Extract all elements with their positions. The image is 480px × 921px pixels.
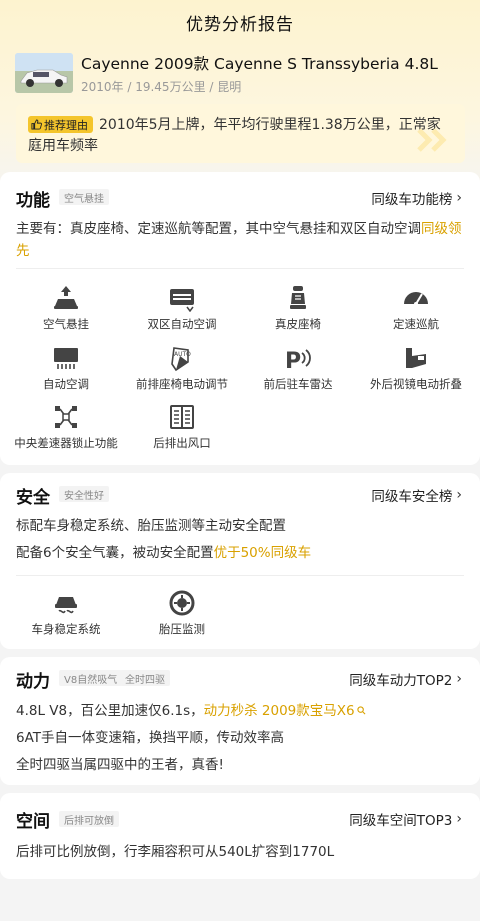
chevron-right-icon: › — [456, 190, 462, 206]
car-subtitle: 2010年 / 19.45万公里 / 昆明 — [81, 80, 242, 94]
parking-radar-icon: P — [285, 349, 311, 372]
search-icon[interactable] — [356, 706, 366, 715]
safety-tag: 安全性好 — [59, 486, 109, 502]
features-title: 功能 — [16, 191, 50, 211]
feature-item: 中央差速器锁止功能 — [6, 403, 126, 451]
feature-item: 自动空调 — [6, 344, 126, 392]
safety-rank-link-label: 同级车安全榜 — [371, 489, 453, 505]
svg-text:P: P — [285, 349, 301, 372]
features-rank-link-label: 同级车功能榜 — [371, 192, 453, 208]
chevron-right-icon: › — [456, 811, 462, 827]
power-line-3: 全时四驱当属四驱中的王者，真香! — [16, 757, 224, 773]
decorative-chevrons-icon — [417, 128, 447, 152]
feature-item: 后排出风口 — [122, 403, 242, 451]
power-rank-link[interactable]: 同级车动力TOP2 › — [349, 669, 462, 689]
features-description: 主要有：真皮座椅、定速巡航等配置，其中空气悬挂和双区自动空调同级领先 — [16, 221, 462, 259]
car-summary[interactable]: Cayenne 2009款 Cayenne S Transsyberia 4.8… — [15, 52, 465, 96]
recommend-reason-text: 2010年5月上牌，年平均行驶里程1.38万公里，正常家庭用车频率 — [28, 117, 441, 154]
features-tag: 空气悬挂 — [59, 189, 109, 205]
safety-card: 安全 安全性好 同级车安全榜 › 标配车身稳定系统、胎压监测等主动安全配置 配备… — [0, 473, 480, 649]
safety-divider — [16, 575, 464, 576]
safety-line-2: 配备6个安全气囊，被动安全配置优于50%同级车 — [16, 545, 312, 561]
car-thumbnail — [15, 53, 73, 93]
space-rank-link-label: 同级车空间TOP3 — [349, 813, 453, 829]
rear-vent-icon — [170, 405, 194, 429]
power-tag-drive: 全时四驱 — [120, 670, 170, 686]
space-tag: 后排可放倒 — [59, 811, 119, 827]
mirror-fold-icon — [406, 348, 426, 368]
features-divider — [16, 268, 464, 269]
space-card: 空间 后排可放倒 同级车空间TOP3 › 后排可比例放倒，行李厢容积可从540L… — [0, 793, 480, 879]
feature-item: 车身稳定系统 — [6, 589, 126, 637]
power-tag-engine: V8自然吸气 — [59, 670, 123, 686]
space-line-1: 后排可比例放倒，行李厢容积可从540L扩容到1770L — [16, 844, 335, 860]
power-title: 动力 — [16, 672, 50, 692]
feature-item: 双区自动空调 — [122, 284, 242, 332]
space-title: 空间 — [16, 812, 50, 832]
dual-zone-ac-icon — [170, 289, 194, 312]
stability-control-icon — [55, 597, 77, 614]
safety-title: 安全 — [16, 488, 50, 508]
feature-item: 空气悬挂 — [6, 284, 126, 332]
car-title: Cayenne 2009款 Cayenne S Transsyberia 4.8… — [81, 55, 438, 73]
diff-lock-icon — [55, 406, 77, 428]
feature-item: P 前后驻车雷达 — [238, 344, 358, 392]
chevron-right-icon: › — [456, 487, 462, 503]
feature-item: 真皮座椅 — [238, 284, 358, 332]
power-card: 动力 V8自然吸气 全时四驱 同级车动力TOP2 › 4.8L V8，百公里加速… — [0, 657, 480, 785]
space-rank-link[interactable]: 同级车空间TOP3 › — [349, 809, 462, 829]
features-card: 功能 空气悬挂 同级车功能榜 › 主要有：真皮座椅、定速巡航等配置，其中空气悬挂… — [0, 172, 480, 465]
chevron-right-icon: › — [456, 671, 462, 687]
leather-seat-icon — [290, 286, 306, 309]
power-seat-icon: AUTO — [171, 347, 191, 372]
page-title: 优势分析报告 — [186, 14, 294, 35]
power-line-1: 4.8L V8，百公里加速仅6.1s，动力秒杀 2009款宝马X6 — [16, 700, 366, 722]
air-suspension-icon — [54, 286, 78, 309]
recommend-reason-box: 推荐理由 2010年5月上牌，年平均行驶里程1.38万公里，正常家庭用车频率 — [16, 104, 465, 163]
tire-pressure-icon — [169, 590, 195, 616]
feature-item: 外后视镜电动折叠 — [356, 344, 476, 392]
safety-line-1: 标配车身稳定系统、胎压监测等主动安全配置 — [16, 518, 286, 534]
features-rank-link[interactable]: 同级车功能榜 › — [371, 188, 462, 208]
feature-item: 胎压监测 — [122, 589, 242, 637]
auto-ac-icon — [54, 348, 78, 369]
cruise-control-icon — [404, 292, 428, 306]
power-rank-link-label: 同级车动力TOP2 — [349, 673, 453, 689]
svg-text:AUTO: AUTO — [174, 351, 191, 358]
safety-rank-link[interactable]: 同级车安全榜 › — [371, 485, 462, 505]
feature-item: 定速巡航 — [356, 284, 476, 332]
feature-item: AUTO 前排座椅电动调节 — [122, 344, 242, 392]
power-line-2: 6AT手自一体变速箱，换挡平顺，传动效率高 — [16, 730, 285, 746]
